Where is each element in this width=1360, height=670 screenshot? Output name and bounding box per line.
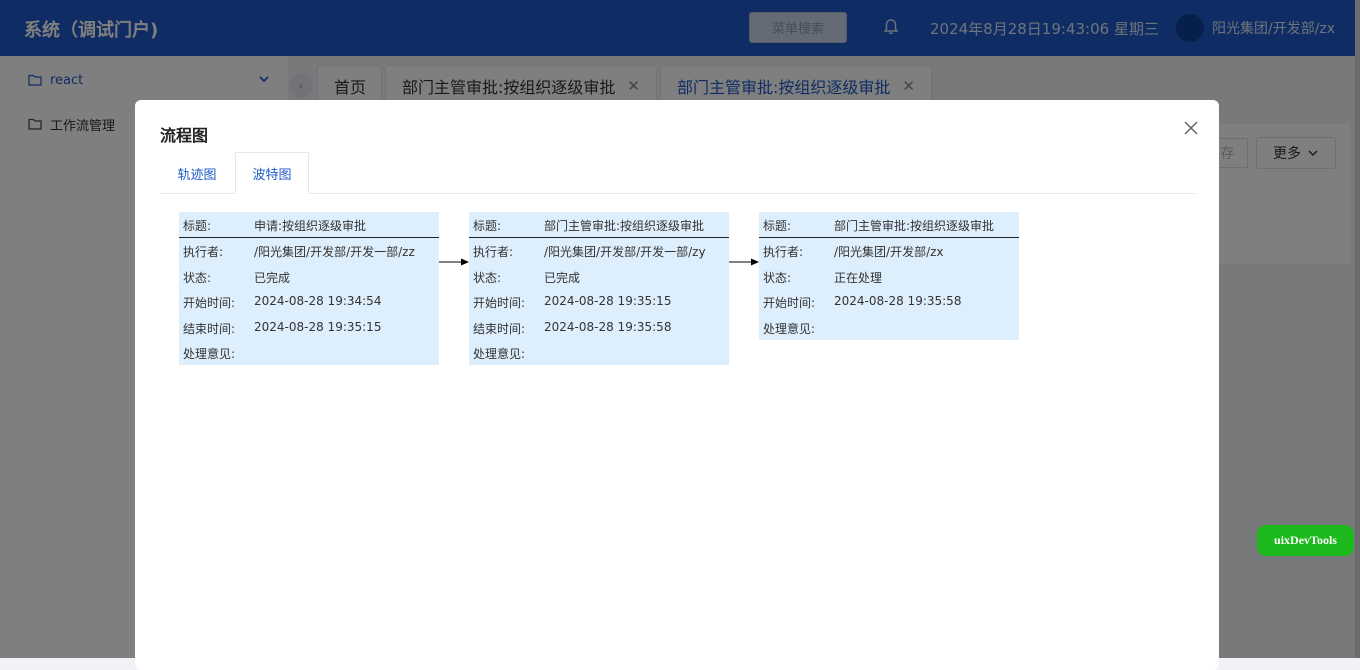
- dialog-title: 流程图: [160, 126, 209, 145]
- node-row-end: 结束时间: 2024-08-28 19:35:58: [473, 319, 672, 336]
- flow-node-2: 标题: 部门主管审批:按组织逐级审批 执行者: /阳光集团/开发部/开发一部/z…: [469, 212, 729, 366]
- node-row-end: 结束时间: 2024-08-28 19:35:15: [183, 319, 382, 336]
- node-row-opinion: 处理意见:: [183, 346, 236, 361]
- node-row-opinion: 处理意见:: [473, 346, 526, 361]
- node-row-title: 标题: 申请:按组织逐级审批: [179, 212, 439, 239]
- node-start-time: 2024-08-28 19:35:58: [834, 294, 962, 309]
- flow-arrow-icon: [439, 258, 469, 266]
- node-row-title: 标题: 部门主管审批:按组织逐级审批: [759, 212, 1019, 239]
- node-title: 部门主管审批:按组织逐级审批: [834, 219, 995, 233]
- close-icon[interactable]: [1182, 119, 1200, 137]
- node-row-executor: 执行者: /阳光集团/开发部/开发一部/zy: [473, 245, 706, 260]
- node-executor: /阳光集团/开发部/开发一部/zy: [544, 245, 706, 260]
- node-executor: /阳光集团/开发部/zx: [834, 245, 944, 260]
- node-end-time: 2024-08-28 19:35:58: [544, 319, 672, 334]
- node-start-time: 2024-08-28 19:34:54: [254, 294, 382, 309]
- node-end-time: 2024-08-28 19:35:15: [254, 319, 382, 334]
- node-row-status: 状态: 已完成: [473, 270, 581, 285]
- node-row-status: 状态: 已完成: [183, 270, 291, 285]
- node-title: 部门主管审批:按组织逐级审批: [544, 219, 705, 233]
- node-row-title: 标题: 部门主管审批:按组织逐级审批: [469, 212, 729, 239]
- node-row-start: 开始时间: 2024-08-28 19:34:54: [183, 294, 382, 311]
- node-title: 申请:按组织逐级审批: [254, 219, 367, 233]
- flow-arrow-icon: [729, 258, 759, 266]
- tab-trajectory[interactable]: 轨迹图: [160, 152, 234, 194]
- tab-divider: [160, 193, 1195, 194]
- devtools-button[interactable]: uixDevTools: [1257, 525, 1354, 556]
- node-row-status: 状态: 正在处理: [763, 270, 883, 285]
- node-row-opinion: 处理意见:: [763, 321, 816, 336]
- flow-node-3: 标题: 部门主管审批:按组织逐级审批 执行者: /阳光集团/开发部/zx 状态:…: [759, 212, 1019, 340]
- tab-bode[interactable]: 波特图: [235, 152, 309, 194]
- node-row-executor: 执行者: /阳光集团/开发部/开发一部/zz: [183, 245, 415, 260]
- node-start-time: 2024-08-28 19:35:15: [544, 294, 672, 309]
- node-executor: /阳光集团/开发部/开发一部/zz: [254, 245, 415, 260]
- node-status: 已完成: [544, 270, 581, 285]
- flow-node-1: 标题: 申请:按组织逐级审批 执行者: /阳光集团/开发部/开发一部/zz 状态…: [179, 212, 439, 366]
- node-row-executor: 执行者: /阳光集团/开发部/zx: [763, 245, 944, 260]
- node-row-start: 开始时间: 2024-08-28 19:35:58: [763, 294, 962, 311]
- node-status: 已完成: [254, 270, 291, 285]
- node-row-start: 开始时间: 2024-08-28 19:35:15: [473, 294, 672, 311]
- node-status: 正在处理: [834, 270, 883, 285]
